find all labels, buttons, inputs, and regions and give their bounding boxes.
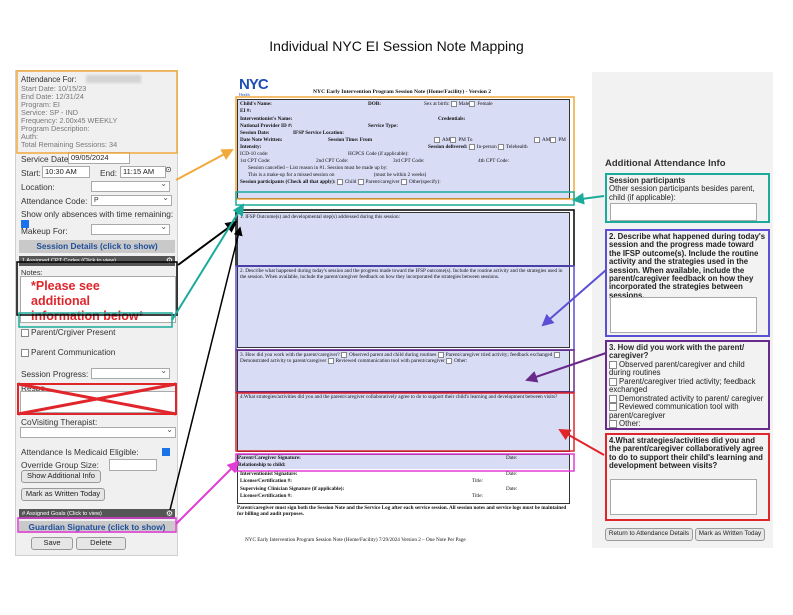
- black-highlight-notes: [16, 261, 178, 316]
- red-highlight-q4: [235, 392, 575, 452]
- orange-highlight-left: [16, 70, 178, 154]
- black-arrow: [177, 220, 238, 266]
- purple-arrow: [525, 352, 607, 383]
- magenta-highlight-left: [17, 517, 177, 533]
- blue-highlight-q2: [235, 265, 575, 351]
- mapping-overlay: [16, 70, 607, 533]
- magenta-arrow: [175, 460, 240, 525]
- black-arrow-goals: [169, 226, 243, 511]
- teal-arrow-right: [572, 192, 605, 205]
- orange-highlight-form: [235, 96, 575, 200]
- orange-arrow: [175, 149, 234, 181]
- purple-highlight-q3: [235, 349, 575, 393]
- black-highlight-q1: [235, 209, 575, 267]
- magenta-highlight-form: [235, 453, 575, 472]
